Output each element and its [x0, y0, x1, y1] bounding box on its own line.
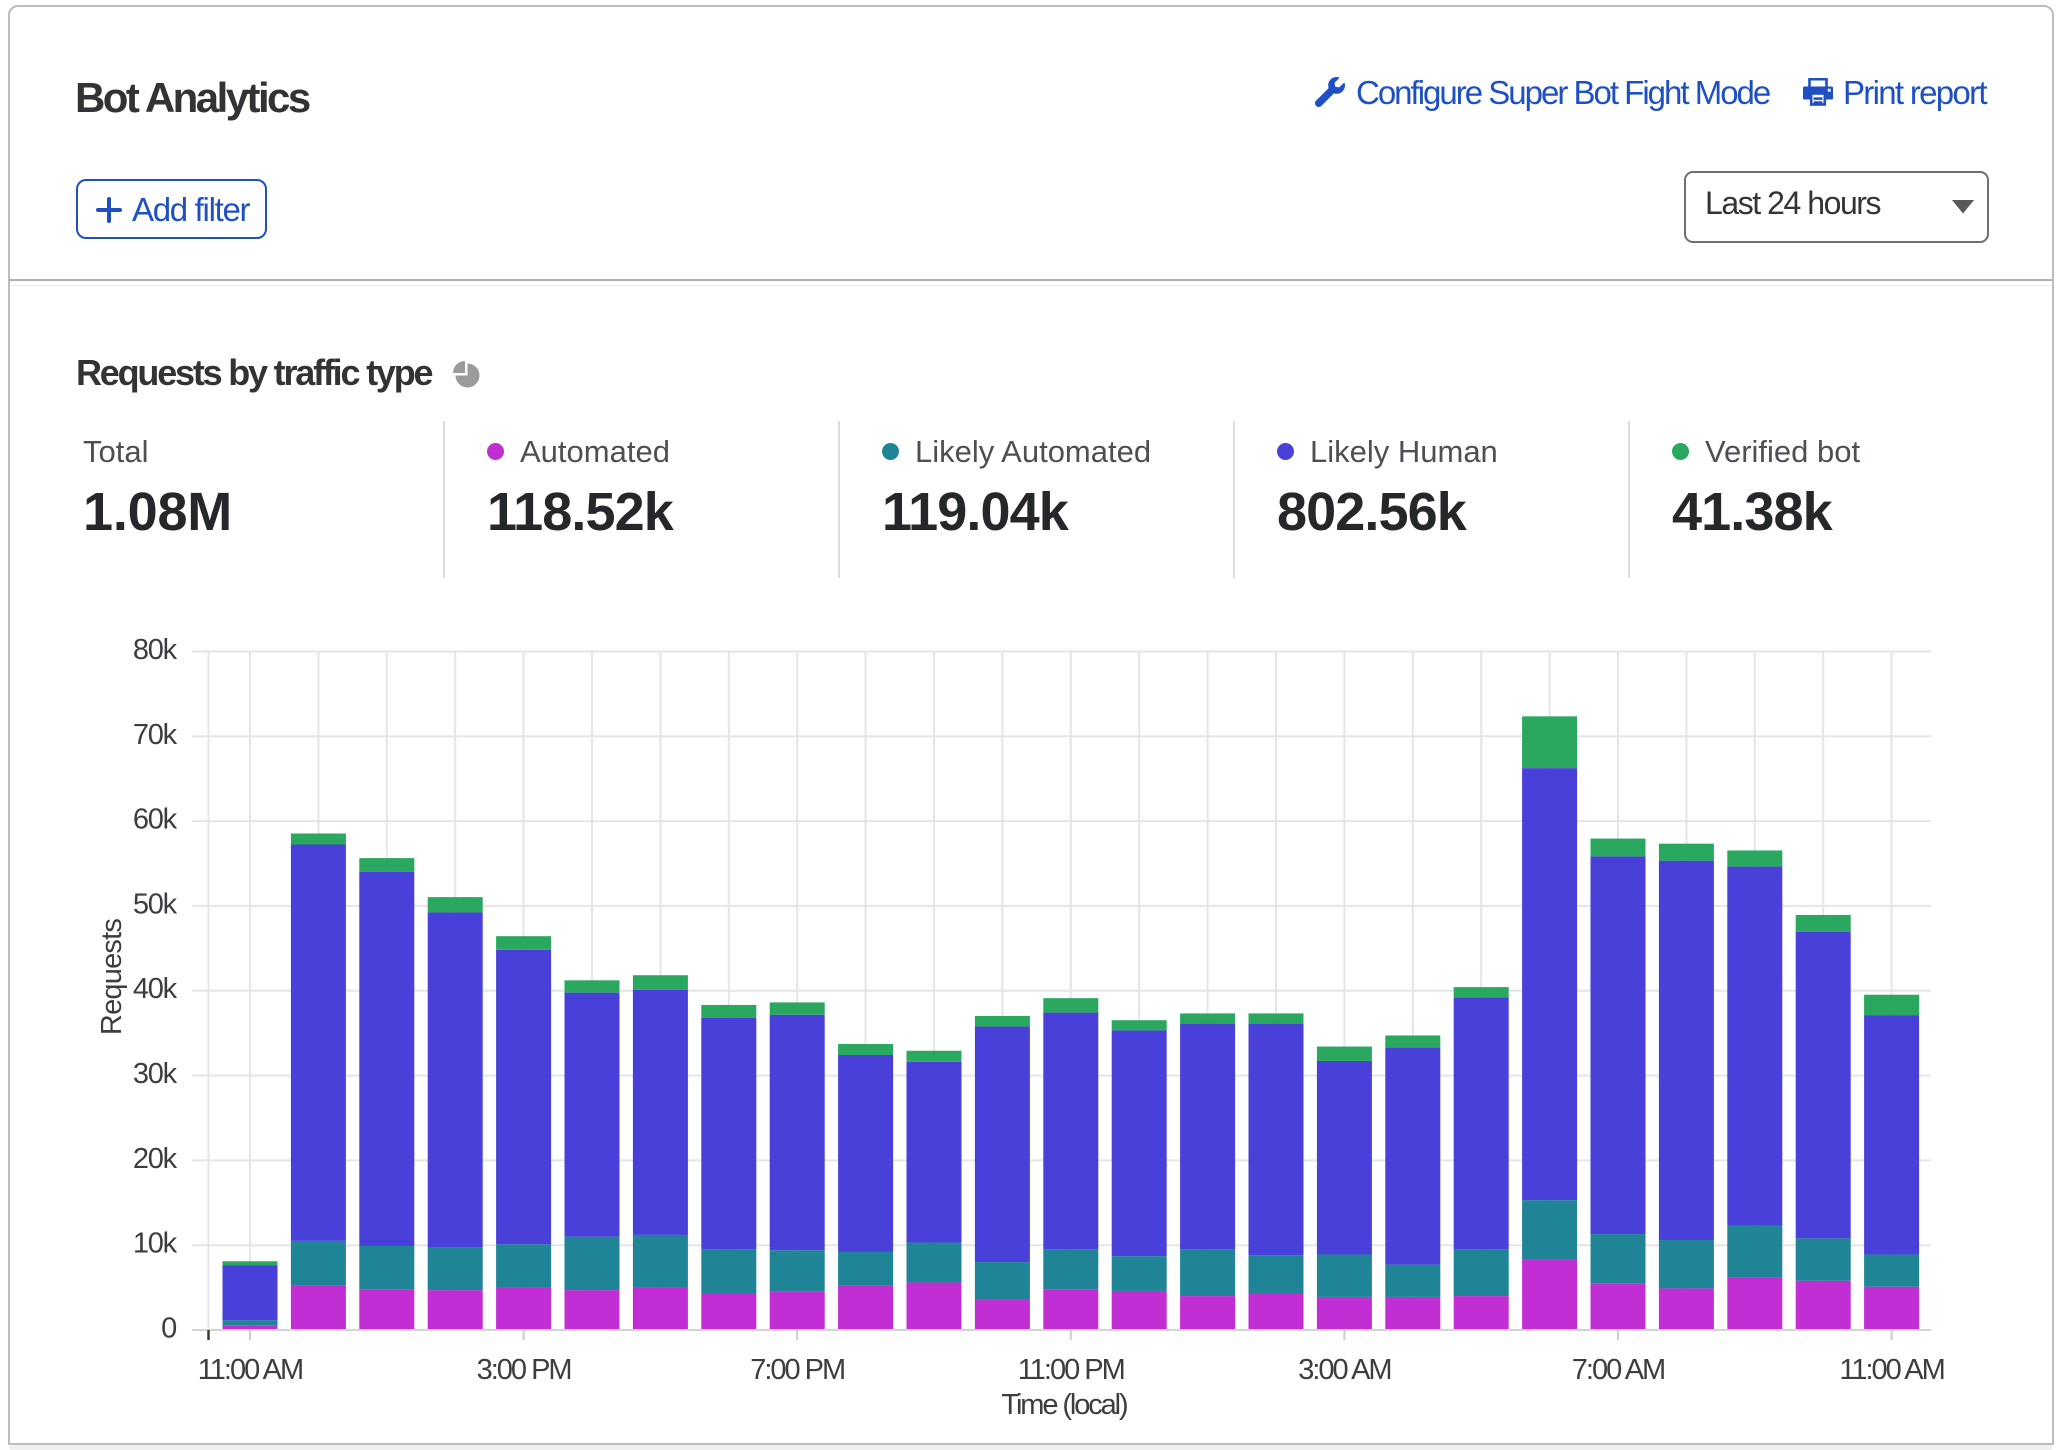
svg-text:0: 0 [161, 1313, 176, 1345]
svg-text:11:00 AM: 11:00 AM [198, 1354, 302, 1386]
svg-text:7:00 PM: 7:00 PM [750, 1354, 844, 1386]
svg-text:70k: 70k [133, 719, 178, 751]
svg-text:80k: 80k [133, 634, 178, 666]
svg-text:11:00 AM: 11:00 AM [1839, 1354, 1943, 1386]
svg-text:10k: 10k [133, 1228, 178, 1260]
svg-text:20k: 20k [133, 1143, 178, 1175]
svg-text:Time (local): Time (local) [1001, 1389, 1127, 1421]
svg-text:3:00 PM: 3:00 PM [477, 1354, 571, 1386]
svg-text:7:00 AM: 7:00 AM [1572, 1354, 1664, 1386]
svg-text:3:00 AM: 3:00 AM [1298, 1354, 1390, 1386]
svg-text:40k: 40k [133, 973, 178, 1005]
svg-text:11:00 PM: 11:00 PM [1018, 1354, 1124, 1386]
svg-text:Requests: Requests [96, 919, 128, 1035]
svg-text:50k: 50k [133, 888, 178, 920]
svg-text:60k: 60k [133, 804, 178, 836]
svg-text:30k: 30k [133, 1058, 178, 1090]
